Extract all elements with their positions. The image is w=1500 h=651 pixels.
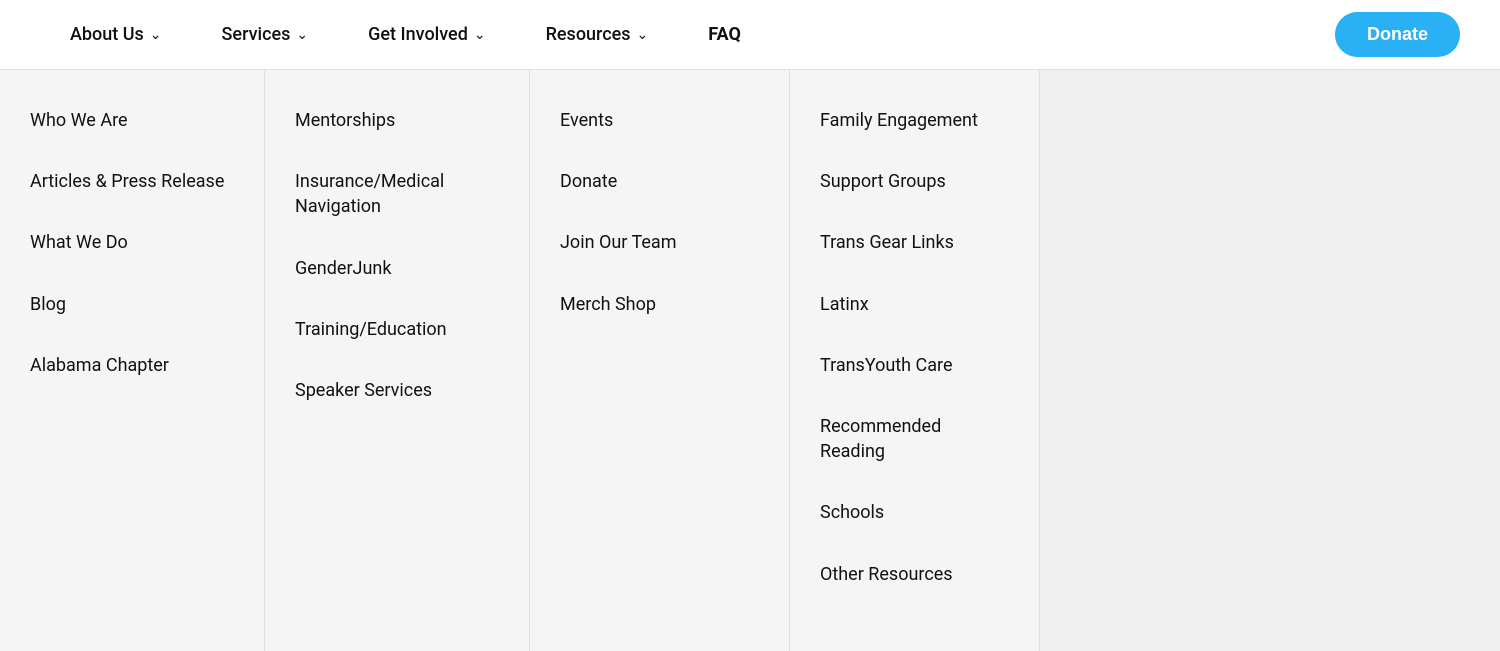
nav-faq-label: FAQ — [708, 24, 741, 45]
list-item[interactable]: Recommended Reading — [820, 396, 1009, 482]
list-item[interactable]: Other Resources — [820, 544, 1009, 605]
list-item[interactable]: Schools — [820, 482, 1009, 543]
dropdown-get-involved: Events Donate Join Our Team Merch Shop — [530, 70, 790, 651]
list-item[interactable]: Articles & Press Release — [30, 151, 234, 212]
nav-faq[interactable]: FAQ — [678, 0, 771, 69]
nav-get-involved-label: Get Involved — [368, 24, 468, 45]
dropdown-resources: Family Engagement Support Groups Trans G… — [790, 70, 1040, 651]
nav-resources-label: Resources — [546, 24, 631, 45]
nav-about-us-label: About Us — [70, 24, 144, 45]
dropdown-area: Who We Are Articles & Press Release What… — [0, 70, 1500, 651]
list-item[interactable]: Family Engagement — [820, 90, 1009, 151]
dropdown-services: Mentorships Insurance/Medical Navigation… — [265, 70, 530, 651]
list-item[interactable]: Support Groups — [820, 151, 1009, 212]
list-item[interactable]: TransYouth Care — [820, 335, 1009, 396]
list-item[interactable]: Speaker Services — [295, 360, 499, 421]
list-item[interactable]: Trans Gear Links — [820, 212, 1009, 273]
list-item[interactable]: Blog — [30, 274, 234, 335]
nav-services[interactable]: Services ⌄ — [192, 0, 339, 69]
list-item[interactable]: Training/Education — [295, 299, 499, 360]
dropdown-about-us: Who We Are Articles & Press Release What… — [0, 70, 265, 651]
list-item[interactable]: What We Do — [30, 212, 234, 273]
nav-resources[interactable]: Resources ⌄ — [516, 0, 679, 69]
list-item[interactable]: Alabama Chapter — [30, 335, 234, 396]
list-item[interactable]: Who We Are — [30, 90, 234, 151]
list-item[interactable]: Events — [560, 90, 759, 151]
nav-services-label: Services — [222, 24, 291, 45]
chevron-down-icon: ⌄ — [637, 27, 649, 43]
chevron-down-icon: ⌄ — [296, 27, 308, 43]
donate-button[interactable]: Donate — [1335, 12, 1460, 57]
nav-get-involved[interactable]: Get Involved ⌄ — [338, 0, 515, 69]
list-item[interactable]: Mentorships — [295, 90, 499, 151]
list-item[interactable]: Donate — [560, 151, 759, 212]
chevron-down-icon: ⌄ — [150, 27, 162, 43]
chevron-down-icon: ⌄ — [474, 27, 486, 43]
list-item[interactable]: Join Our Team — [560, 212, 759, 273]
list-item[interactable]: Merch Shop — [560, 274, 759, 335]
nav-about-us[interactable]: About Us ⌄ — [40, 0, 192, 69]
list-item[interactable]: GenderJunk — [295, 238, 499, 299]
list-item[interactable]: Insurance/Medical Navigation — [295, 151, 499, 237]
list-item[interactable]: Latinx — [820, 274, 1009, 335]
navbar: About Us ⌄ Services ⌄ Get Involved ⌄ Res… — [0, 0, 1500, 70]
dropdown-empty-area — [1040, 70, 1500, 651]
